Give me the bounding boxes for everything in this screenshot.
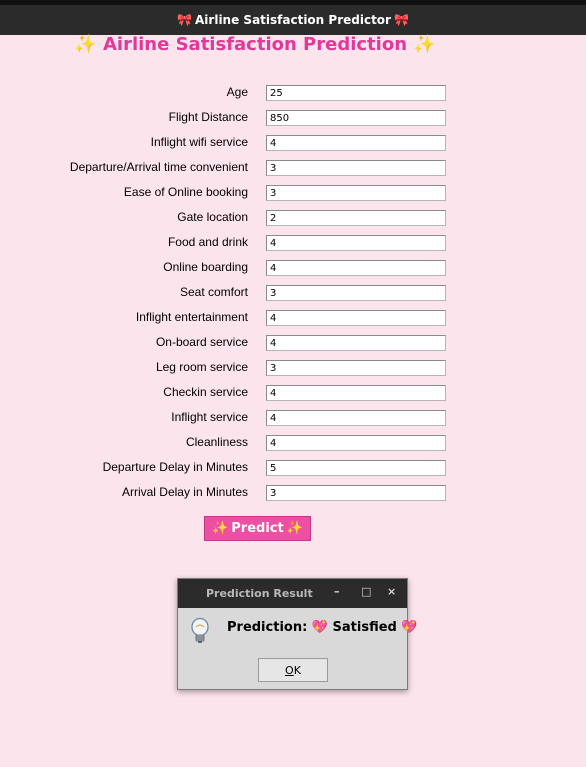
field-label: On-board service — [155, 335, 248, 349]
close-icon[interactable]: × — [387, 585, 396, 598]
prediction-prefix: Prediction: — [227, 620, 308, 635]
field-input[interactable] — [266, 385, 446, 401]
field-input[interactable] — [266, 260, 446, 276]
heart-icon: 💖 — [311, 620, 328, 635]
field-input[interactable] — [266, 235, 446, 251]
minimize-icon[interactable]: – — [334, 585, 340, 598]
field-input[interactable] — [266, 435, 446, 451]
form-row: Leg room service — [0, 357, 586, 382]
form-row: Arrival Delay in Minutes — [0, 482, 586, 507]
ok-mnemonic: O — [285, 663, 294, 677]
field-input[interactable] — [266, 85, 446, 101]
field-label: Food and drink — [167, 235, 248, 249]
field-input[interactable] — [266, 185, 446, 201]
form-row: Gate location — [0, 207, 586, 232]
form-row: Departure/Arrival time convenient — [0, 157, 586, 182]
field-label: Ease of Online booking — [123, 185, 248, 199]
prediction-result-dialog: Prediction Result – □ × Prediction: 💖 Sa… — [177, 578, 418, 690]
field-input[interactable] — [266, 135, 446, 151]
ok-button[interactable]: OK — [258, 658, 328, 682]
predict-button-label: Predict — [231, 521, 284, 536]
form-row: Ease of Online booking — [0, 182, 586, 207]
sparkle-icon: ✨ — [74, 34, 97, 55]
field-input[interactable] — [266, 335, 446, 351]
form-row: Flight Distance — [0, 107, 586, 132]
form-row: On-board service — [0, 332, 586, 357]
form-row: Age — [0, 82, 586, 107]
field-input[interactable] — [266, 485, 446, 501]
field-label: Seat comfort — [179, 285, 248, 299]
field-label: Online boarding — [163, 260, 248, 274]
field-input[interactable] — [266, 460, 446, 476]
field-input[interactable] — [266, 160, 446, 176]
field-input[interactable] — [266, 285, 446, 301]
form-row: Inflight service — [0, 407, 586, 432]
form-row: Online boarding — [0, 257, 586, 282]
field-input[interactable] — [266, 360, 446, 376]
form-row: Inflight wifi service — [0, 132, 586, 157]
field-label: Inflight entertainment — [135, 310, 248, 324]
field-label: Inflight wifi service — [150, 135, 248, 149]
field-input[interactable] — [266, 110, 446, 126]
window-titlebar: 🎀 Airline Satisfaction Predictor 🎀 — [0, 5, 586, 35]
dialog-titlebar: Prediction Result – □ × — [178, 579, 407, 608]
field-input[interactable] — [266, 410, 446, 426]
bow-icon: 🎀 — [393, 13, 409, 27]
field-label: Cleanliness — [185, 435, 248, 449]
field-label: Leg room service — [155, 360, 248, 374]
field-label: Departure Delay in Minutes — [102, 460, 248, 474]
prediction-message: Prediction: 💖 Satisfied 💖 — [227, 620, 418, 635]
field-label: Arrival Delay in Minutes — [121, 485, 248, 499]
form-row: Seat comfort — [0, 282, 586, 307]
field-label: Departure/Arrival time convenient — [69, 160, 248, 174]
page-heading: ✨ Airline Satisfaction Prediction ✨ — [0, 33, 510, 57]
form-row: Departure Delay in Minutes — [0, 457, 586, 482]
page-title: Airline Satisfaction Prediction — [102, 34, 408, 55]
field-label: Inflight service — [171, 410, 248, 424]
field-label: Age — [226, 85, 248, 99]
sparkle-icon: ✨ — [413, 34, 436, 55]
form-row: Inflight entertainment — [0, 307, 586, 332]
form-row: Checkin service — [0, 382, 586, 407]
ok-label-rest: K — [293, 663, 301, 677]
field-label: Flight Distance — [168, 110, 248, 124]
field-input[interactable] — [266, 210, 446, 226]
form-row: Cleanliness — [0, 432, 586, 457]
bow-icon: 🎀 — [177, 13, 193, 27]
form-row: Food and drink — [0, 232, 586, 257]
window-title: Airline Satisfaction Predictor — [195, 13, 391, 27]
field-label: Gate location — [177, 210, 248, 224]
sparkle-icon: ✨ — [212, 521, 229, 536]
dialog-title: Prediction Result — [206, 587, 313, 600]
maximize-icon[interactable]: □ — [361, 585, 371, 598]
prediction-result: Satisfied — [332, 620, 397, 635]
lightbulb-icon — [191, 617, 209, 643]
heart-icon: 💖 — [401, 620, 418, 635]
predict-button[interactable]: ✨ Predict ✨ — [204, 516, 311, 541]
sparkle-icon: ✨ — [286, 521, 303, 536]
field-label: Checkin service — [163, 385, 248, 399]
field-input[interactable] — [266, 310, 446, 326]
